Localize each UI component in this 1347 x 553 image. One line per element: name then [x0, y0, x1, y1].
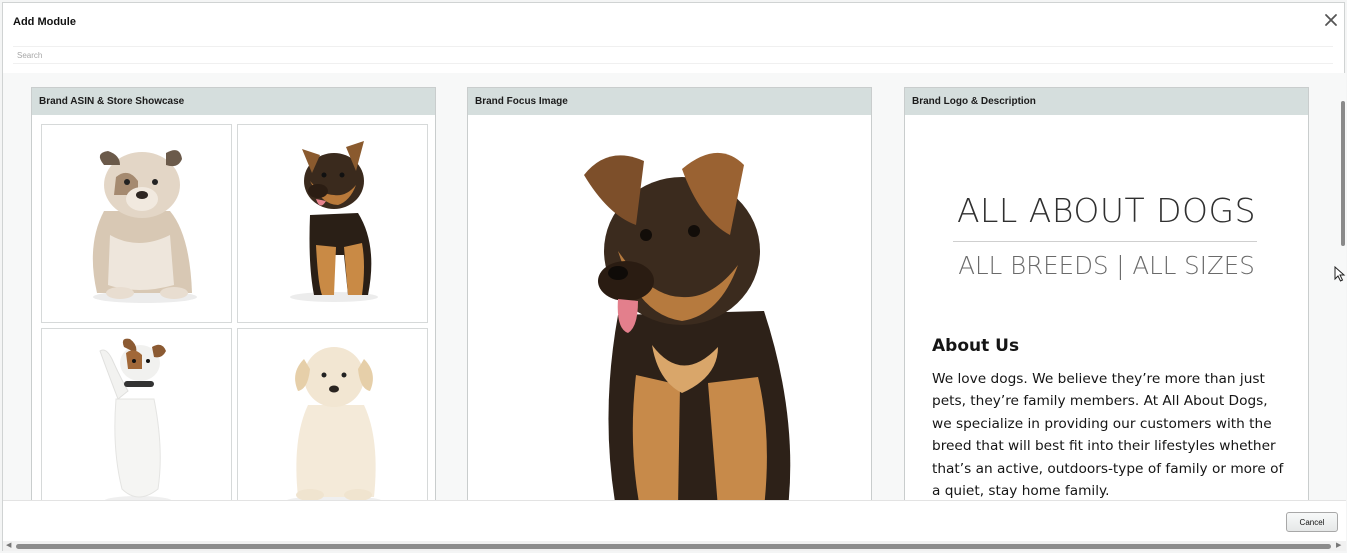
about-text: We love dogs. We believe they’re more th… [932, 371, 1284, 500]
module-card-brand-logo-description[interactable]: Brand Logo & Description ALL ABOUT DOGS … [904, 87, 1309, 500]
modal-title: Add Module [13, 16, 76, 28]
german-shepherd-focus-image [584, 152, 791, 500]
scroll-left-arrow-icon[interactable]: ◀ [6, 542, 11, 550]
product-tile [41, 328, 232, 500]
brand-tagline: ALL BREEDS | ALL SIZES [958, 251, 1255, 280]
jack-russell-terrier-image [99, 338, 172, 500]
product-tile [41, 124, 232, 323]
module-card-brand-asin-store-showcase[interactable]: Brand ASIN & Store Showcase [31, 87, 436, 500]
horizontal-scroll-thumb[interactable] [16, 544, 1331, 549]
cancel-button[interactable]: Cancel [1286, 512, 1338, 532]
vertical-scroll-thumb[interactable] [1341, 101, 1345, 246]
module-preview [32, 115, 435, 500]
bulldog-puppy-image [92, 150, 197, 303]
module-card-brand-focus-image[interactable]: Brand Focus Image [467, 87, 872, 500]
close-button[interactable] [1323, 12, 1339, 28]
search-input[interactable] [13, 46, 1333, 64]
horizontal-scrollbar[interactable]: ◀ ▶ [3, 541, 1346, 551]
module-gallery: Brand ASIN & Store Showcase Brand Focus … [3, 73, 1346, 500]
module-preview [468, 115, 871, 500]
close-icon [1325, 14, 1337, 26]
module-preview: ALL ABOUT DOGS ALL BREEDS | ALL SIZES Ab… [905, 115, 1308, 500]
brand-name: ALL ABOUT DOGS [956, 191, 1257, 230]
about-heading: About Us [932, 336, 1020, 356]
brand-divider [953, 241, 1257, 242]
yellow-labrador-puppy-image [286, 347, 382, 500]
module-card-title: Brand ASIN & Store Showcase [32, 88, 435, 115]
product-tile [237, 124, 428, 323]
product-tile [237, 328, 428, 500]
mouse-cursor-icon [1334, 266, 1346, 282]
scroll-right-arrow-icon[interactable]: ▶ [1336, 542, 1341, 550]
module-card-title: Brand Logo & Description [905, 88, 1308, 115]
modal-footer: Cancel [3, 500, 1346, 541]
german-shepherd-puppy-image [290, 141, 378, 302]
module-card-title: Brand Focus Image [468, 88, 871, 115]
add-module-modal: Add Module Brand ASIN & Store Showcase [2, 2, 1347, 551]
vertical-scrollbar[interactable] [1339, 91, 1347, 499]
